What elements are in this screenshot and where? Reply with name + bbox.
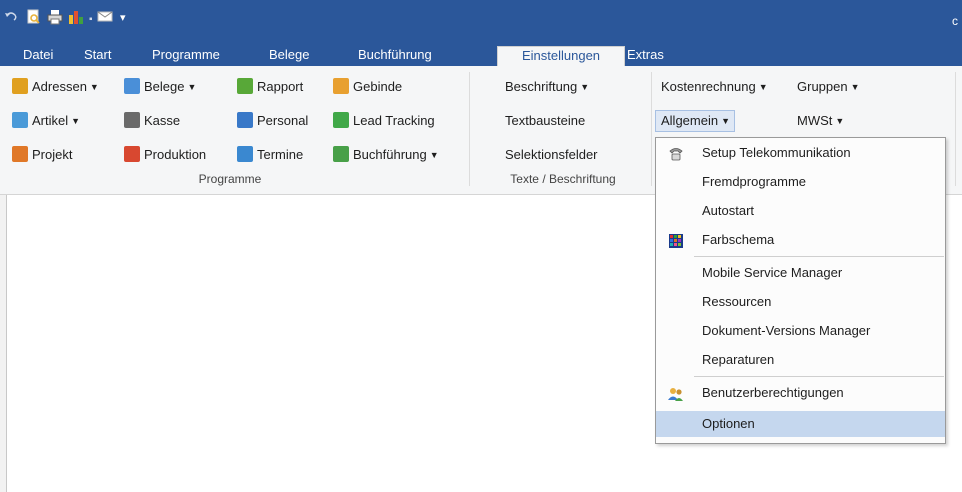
accounting-icon: [333, 146, 349, 162]
chart-icon[interactable]: [68, 9, 86, 24]
articles-icon: [12, 112, 28, 128]
menu-item-benutzerberechtigungen[interactable]: Benutzerberechtigungen: [656, 380, 945, 406]
menu-separator: [694, 376, 944, 377]
separator-icon: ▪: [89, 14, 93, 25]
dropdown-caret-icon: ▼: [580, 82, 590, 92]
dropdown-caret-icon: ▼: [71, 116, 81, 126]
dropdown-caret-icon: ▼: [187, 82, 197, 92]
menu-item-mobile-service-manager[interactable]: Mobile Service Manager: [656, 260, 945, 286]
tab-extras[interactable]: Extras: [619, 46, 672, 66]
lead-tracking-button[interactable]: Lead Tracking: [333, 111, 435, 131]
tab-datei[interactable]: Datei: [15, 46, 61, 66]
artikel-button[interactable]: Artikel ▼: [12, 111, 80, 131]
kostenrechnung-button[interactable]: Kostenrechnung ▼: [661, 77, 768, 97]
phone-icon: [668, 145, 684, 161]
tab-start[interactable]: Start: [76, 46, 119, 66]
menu-separator: [694, 256, 944, 257]
buchfuehrung-button[interactable]: Buchführung ▼: [333, 145, 439, 165]
menu-item-farbschema[interactable]: Farbschema: [656, 227, 945, 253]
print-preview-icon[interactable]: [26, 9, 42, 24]
group-label-programme: Programme: [198, 172, 262, 186]
customize-icon[interactable]: ▾: [120, 11, 126, 25]
dropdown-caret-icon: ▼: [429, 150, 439, 160]
tab-belege[interactable]: Belege: [261, 46, 317, 66]
personnel-icon: [237, 112, 253, 128]
gruppen-button[interactable]: Gruppen ▼: [797, 77, 860, 97]
undo-icon[interactable]: [4, 9, 18, 23]
menu-item-optionen[interactable]: Optionen: [656, 411, 945, 437]
beschriftung-button[interactable]: Beschriftung ▼: [505, 77, 589, 97]
group-label-texte: Texte / Beschriftung: [510, 172, 616, 186]
menu-item-autostart[interactable]: Autostart: [656, 198, 945, 224]
container-icon: [333, 78, 349, 94]
menu-item-dokument-versions-manager[interactable]: Dokument-Versions Manager: [656, 318, 945, 344]
documents-icon: [124, 78, 140, 94]
menu-item-fremdprogramme[interactable]: Fremdprogramme: [656, 169, 945, 195]
textbausteine-button[interactable]: Textbausteine: [505, 111, 585, 131]
menu-item-ressourcen[interactable]: Ressourcen: [656, 289, 945, 315]
tab-programme[interactable]: Programme: [144, 46, 228, 66]
window-title: c: [952, 14, 958, 28]
group-divider: [651, 72, 652, 186]
lead-tracking-icon: [333, 112, 349, 128]
address-book-icon: [12, 78, 28, 94]
dropdown-caret-icon: ▼: [721, 116, 731, 126]
kasse-button[interactable]: Kasse: [124, 111, 180, 131]
belege-button[interactable]: Belege ▼: [124, 77, 196, 97]
title-bar: ▪ ▾ c Datei Start Programme Belege Buchf…: [0, 0, 962, 68]
rapport-button[interactable]: Rapport: [237, 77, 303, 97]
allgemein-button[interactable]: Allgemein ▼: [655, 110, 736, 132]
termine-button[interactable]: Termine: [237, 145, 303, 165]
produktion-button[interactable]: Produktion: [124, 145, 206, 165]
calendar-icon: [237, 146, 253, 162]
dropdown-caret-icon: ▼: [758, 82, 768, 92]
adressen-button[interactable]: Adressen ▼: [12, 77, 99, 97]
menu-item-reparaturen[interactable]: Reparaturen: [656, 347, 945, 373]
email-icon[interactable]: [97, 9, 113, 23]
dropdown-caret-icon: ▼: [89, 82, 99, 92]
mwst-button[interactable]: MWSt ▼: [797, 111, 844, 131]
gebinde-button[interactable]: Gebinde: [333, 77, 402, 97]
project-icon: [12, 146, 28, 162]
print-icon[interactable]: [47, 9, 63, 25]
users-icon: [668, 385, 684, 401]
report-icon: [237, 78, 253, 94]
personal-button[interactable]: Personal: [237, 111, 308, 131]
dropdown-caret-icon: ▼: [850, 82, 860, 92]
tab-buchfuehrung[interactable]: Buchführung: [350, 46, 440, 66]
allgemein-dropdown-menu: Setup Telekommunikation Fremdprogramme A…: [655, 137, 946, 444]
tab-einstellungen[interactable]: Einstellungen: [497, 46, 625, 68]
group-divider: [469, 72, 470, 186]
group-divider: [955, 72, 956, 186]
cash-register-icon: [124, 112, 140, 128]
production-icon: [124, 146, 140, 162]
projekt-button[interactable]: Projekt: [12, 145, 72, 165]
selektionsfelder-button[interactable]: Selektionsfelder: [505, 145, 598, 165]
dropdown-caret-icon: ▼: [835, 116, 845, 126]
color-grid-icon: [668, 232, 684, 248]
menu-item-setup-telekommunikation[interactable]: Setup Telekommunikation: [656, 140, 945, 166]
